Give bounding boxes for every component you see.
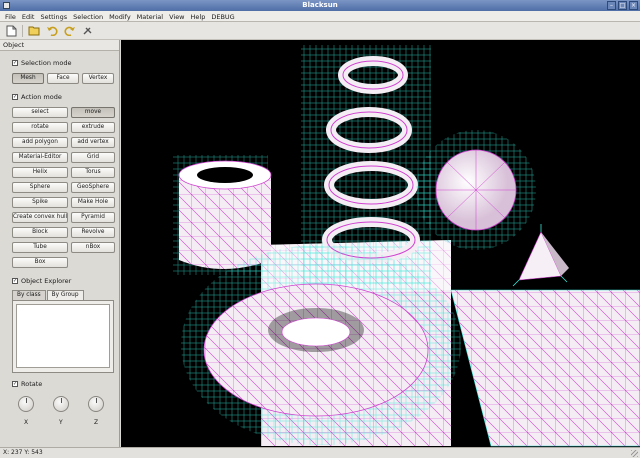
redo-icon[interactable] xyxy=(63,24,77,38)
grid-plane-object[interactable] xyxy=(450,289,640,447)
rotate-x-label: X xyxy=(24,419,29,426)
create-convex-hull-button[interactable]: Create convex hull xyxy=(12,212,68,223)
open-file-icon[interactable] xyxy=(27,24,41,38)
selection-mode-group: ✓ Selection mode xyxy=(12,59,71,67)
action-mode-group: ✓ Action mode xyxy=(12,93,62,101)
nbox-button[interactable]: nBox xyxy=(71,242,115,253)
rotate-y-label: Y xyxy=(59,419,63,426)
block-button[interactable]: Block xyxy=(12,227,68,238)
toolbar xyxy=(0,22,640,40)
rotate-z-dial[interactable] xyxy=(88,396,104,412)
menu-file[interactable]: File xyxy=(2,11,19,21)
pyramid-button[interactable]: Pyramid xyxy=(71,212,115,223)
mesh-button[interactable]: Mesh xyxy=(12,73,44,84)
toolbar-separator xyxy=(22,24,23,37)
panel-title: Object xyxy=(0,40,119,51)
revolve-button[interactable]: Revolve xyxy=(71,227,115,238)
add-polygon-button[interactable]: add polygon xyxy=(12,137,68,148)
tab-by-class[interactable]: By class xyxy=(12,290,46,300)
torus-object[interactable] xyxy=(181,245,461,445)
box-button[interactable]: Box xyxy=(12,257,68,268)
sphere-button[interactable]: Sphere xyxy=(12,182,68,193)
tube-button[interactable]: Tube xyxy=(12,242,68,253)
tab-by-group[interactable]: By Group xyxy=(46,290,84,300)
rotate-x-dial[interactable] xyxy=(18,396,34,412)
window-title: Blacksun xyxy=(302,1,338,9)
selection-mode-label: Selection mode xyxy=(21,59,72,67)
object-list[interactable] xyxy=(16,304,110,368)
menu-view[interactable]: View xyxy=(166,11,187,21)
menu-selection[interactable]: Selection xyxy=(70,11,106,21)
add-vertex-button[interactable]: add vertex xyxy=(71,137,115,148)
make-hole-button[interactable]: Make Hole xyxy=(71,197,115,208)
object-explorer-tabs: By class By Group xyxy=(12,290,85,300)
object-explorer-checkbox[interactable]: ✓ xyxy=(12,278,18,284)
close-icon[interactable]: × xyxy=(629,1,638,10)
object-explorer-label: Object Explorer xyxy=(21,277,72,285)
resize-grip-icon[interactable] xyxy=(631,450,638,457)
tools-icon[interactable] xyxy=(81,24,95,38)
torus-button[interactable]: Torus xyxy=(71,167,115,178)
action-mode-checkbox[interactable]: ✓ xyxy=(12,94,18,100)
cursor-coordinates: X: 237 Y: 543 xyxy=(3,449,43,456)
rotate-group: ✓ Rotate xyxy=(12,380,42,388)
rotate-y-dial[interactable] xyxy=(53,396,69,412)
menu-debug[interactable]: DEBUG xyxy=(208,11,237,21)
rotate-z-label: Z xyxy=(94,419,99,426)
3d-viewport[interactable] xyxy=(121,40,640,447)
maximize-icon[interactable]: □ xyxy=(618,1,627,10)
geosphere-button[interactable]: GeoSphere xyxy=(71,182,115,193)
menu-material[interactable]: Material xyxy=(134,11,166,21)
face-button[interactable]: Face xyxy=(47,73,79,84)
menu-help[interactable]: Help xyxy=(188,11,209,21)
object-panel: Object ✓ Selection mode Mesh Face Vertex… xyxy=(0,40,120,447)
status-bar: X: 237 Y: 543 xyxy=(0,447,640,458)
title-bar: Blacksun – □ × xyxy=(0,0,640,11)
material-editor-button[interactable]: Material-Editor xyxy=(12,152,68,163)
viewport-scene xyxy=(173,45,640,447)
minimize-icon[interactable]: – xyxy=(607,1,616,10)
grid-button[interactable]: Grid xyxy=(71,152,115,163)
move-button[interactable]: move xyxy=(71,107,115,118)
select-button[interactable]: select xyxy=(12,107,68,118)
menu-modify[interactable]: Modify xyxy=(106,11,134,21)
rotate-button[interactable]: rotate xyxy=(12,122,68,133)
spike-button[interactable]: Spike xyxy=(12,197,68,208)
helix-button[interactable]: Helix xyxy=(12,167,68,178)
action-mode-label: Action mode xyxy=(21,93,62,101)
menu-edit[interactable]: Edit xyxy=(19,11,38,21)
extrude-button[interactable]: extrude xyxy=(71,122,115,133)
object-explorer-group: ✓ Object Explorer xyxy=(12,277,71,285)
menu-bar: File Edit Settings Selection Modify Mate… xyxy=(0,11,640,22)
selection-mode-checkbox[interactable]: ✓ xyxy=(12,60,18,66)
undo-icon[interactable] xyxy=(45,24,59,38)
menu-settings[interactable]: Settings xyxy=(37,11,70,21)
rotate-label: Rotate xyxy=(21,380,43,388)
new-file-icon[interactable] xyxy=(4,24,18,38)
window-controls: – □ × xyxy=(607,1,638,10)
sphere-object[interactable] xyxy=(416,130,536,250)
object-explorer-pane xyxy=(12,300,114,373)
pyramid-object[interactable] xyxy=(512,224,569,287)
rotate-checkbox[interactable]: ✓ xyxy=(12,381,18,387)
vertex-button[interactable]: Vertex xyxy=(82,73,114,84)
